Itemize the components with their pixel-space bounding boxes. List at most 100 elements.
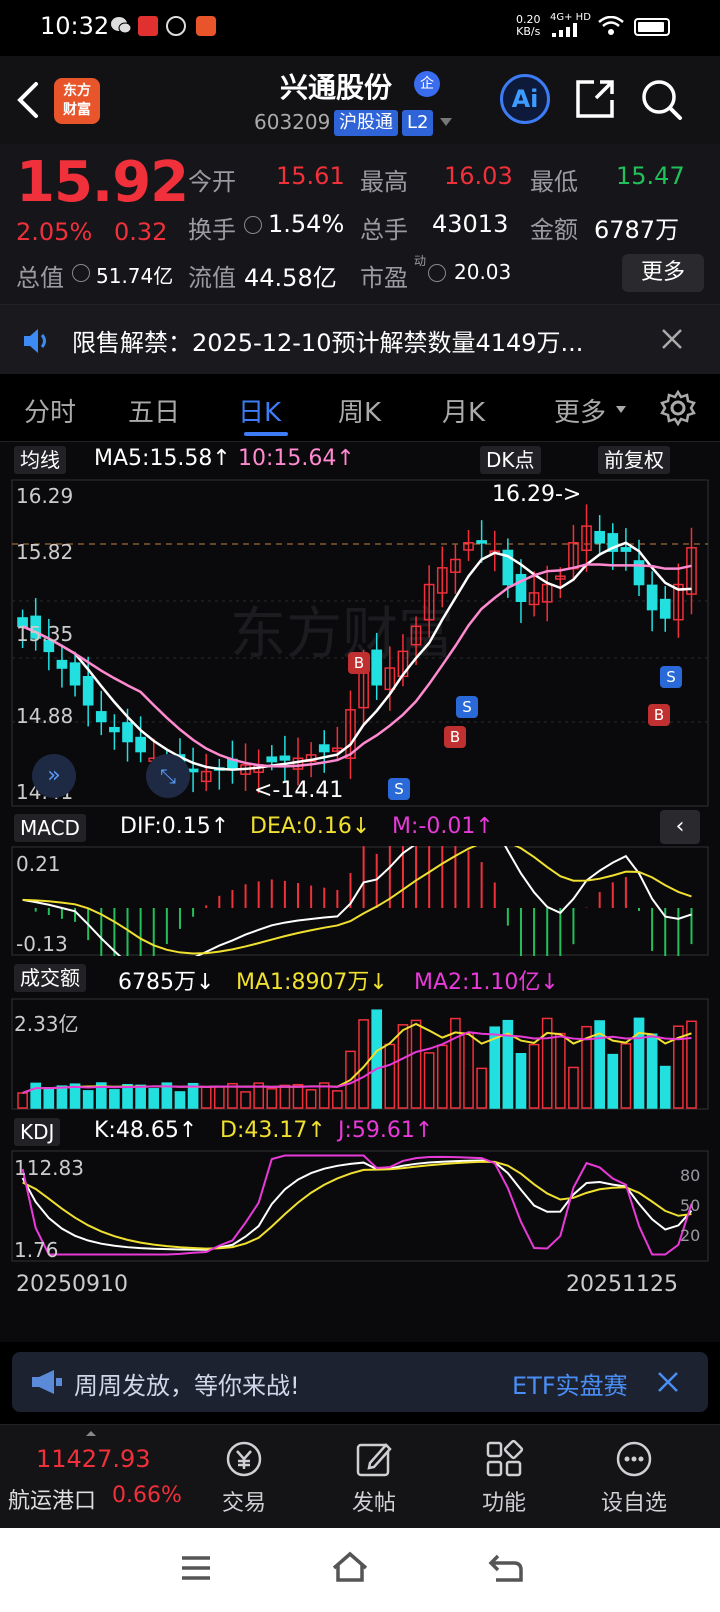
buy-marker[interactable]: B: [348, 652, 370, 674]
adjust-button[interactable]: 前复权: [598, 446, 670, 474]
volume-bar: [554, 1032, 566, 1109]
back-arrow-icon[interactable]: [14, 80, 42, 124]
pe-value: 20.03: [454, 260, 512, 284]
fullscreen-icon[interactable]: ⤡: [146, 754, 190, 798]
volume-bar: [30, 1082, 42, 1109]
tab-monthly-k[interactable]: 月K: [442, 392, 485, 429]
candle-body: [279, 755, 291, 761]
functions-button[interactable]: 功能: [444, 1439, 564, 1517]
y-label-1: 16.29: [16, 484, 74, 508]
wifi-icon: [598, 15, 624, 40]
active-tab-indicator: [244, 432, 288, 436]
volume-bar: [305, 1089, 317, 1109]
volume-bar: [410, 1019, 422, 1109]
volume-bar: [148, 1088, 160, 1109]
high-marker: 16.29->: [492, 482, 582, 507]
macd-chart[interactable]: [0, 846, 720, 956]
pe-superscript: 动: [414, 254, 427, 268]
tab-weekly-k[interactable]: 周K: [338, 392, 381, 429]
volume-bar: [423, 1052, 435, 1109]
volume-ma2-readout: MA2:1.10亿↓: [414, 970, 559, 995]
kdj-j-line: [21, 1154, 693, 1256]
tab-daily-k[interactable]: 日K: [238, 392, 281, 429]
collapse-panel-icon[interactable]: ‹: [660, 810, 700, 844]
last-price: 15.92: [16, 150, 189, 215]
dk-point-button[interactable]: DK点: [480, 446, 541, 474]
tab-five-day[interactable]: 五日: [128, 392, 180, 429]
sector-index-value[interactable]: 11427.93: [36, 1445, 151, 1473]
grid-icon: [484, 1439, 524, 1479]
y-label-4: 14.88: [16, 704, 74, 728]
sector-name[interactable]: 航运港口: [8, 1483, 96, 1515]
sell-marker[interactable]: S: [456, 696, 478, 718]
volume-bar: [174, 1091, 186, 1109]
market-cap-value: 51.74亿: [96, 264, 174, 288]
info-icon[interactable]: [428, 264, 446, 282]
more-quote-button[interactable]: 更多: [622, 254, 704, 292]
volume-y-top: 2.33亿: [14, 1012, 79, 1036]
volume-bar: [607, 1053, 619, 1109]
candlestick-chart[interactable]: 东方财富: [0, 478, 720, 808]
dropdown-caret-icon[interactable]: [440, 118, 452, 126]
dea-line: [22, 846, 692, 955]
volume-bar: [292, 1083, 304, 1109]
notice-text: 限售解禁：2025-12-10预计解禁数量4149万...: [72, 329, 584, 357]
level2-tag: L2: [402, 110, 434, 136]
volume-selector-button[interactable]: 成交额: [14, 964, 86, 992]
gear-icon[interactable]: [660, 389, 696, 430]
volume-bar: [397, 1024, 409, 1109]
macd-selector-button[interactable]: MACD: [14, 814, 86, 842]
post-button[interactable]: 发帖: [314, 1439, 434, 1517]
kline-chart-area[interactable]: 均线 MA5:15.58↑ 10:15.64↑ DK点 前复权 东方财富 16.…: [0, 442, 720, 1342]
volume-bar: [646, 1033, 658, 1109]
notice-bar[interactable]: 限售解禁：2025-12-10预计解禁数量4149万...: [0, 304, 720, 374]
info-icon[interactable]: [72, 264, 90, 282]
candle-body: [135, 736, 146, 753]
date-axis-start: 20250910: [16, 1272, 128, 1297]
banner-text: 周周发放，等你来战!: [74, 1372, 300, 1400]
bottom-toolbar: 11427.93 航运港口 0.66% 交易 发帖 功能 设自选: [0, 1424, 720, 1528]
volume-bar: [633, 1017, 645, 1109]
kdj-level-20: 20: [680, 1226, 701, 1245]
promo-banner[interactable]: 周周发放，等你来战! ETF实盘赛: [12, 1352, 708, 1412]
etf-contest-link[interactable]: ETF实盘赛: [512, 1366, 628, 1401]
y-label-3: 15.35: [16, 622, 74, 646]
ma-selector-button[interactable]: 均线: [14, 446, 66, 474]
search-icon[interactable]: [640, 78, 684, 126]
enterprise-badge: 企: [414, 71, 440, 97]
volume-chart[interactable]: [0, 998, 720, 1110]
share-icon[interactable]: [574, 78, 616, 124]
stock-name: 兴通股份: [280, 71, 393, 104]
candle-body: [122, 722, 133, 743]
period-tabs: 分时 五日 日K 周K 月K 更多: [0, 376, 720, 442]
kdj-chart[interactable]: [0, 1150, 720, 1262]
m-readout: M:-0.01↑: [392, 814, 494, 839]
volume-bar: [515, 1053, 527, 1109]
close-icon[interactable]: [660, 327, 684, 355]
back-icon[interactable]: [488, 1552, 524, 1588]
info-icon[interactable]: [244, 216, 262, 234]
app-logo: 东方 财富: [54, 78, 100, 124]
buy-marker[interactable]: B: [648, 704, 670, 726]
ai-assistant-icon[interactable]: Ai: [500, 74, 550, 124]
volume-label: 总手: [360, 216, 408, 244]
tab-more[interactable]: 更多: [554, 392, 606, 429]
chevron-up-icon: [86, 1431, 96, 1436]
sell-marker[interactable]: S: [660, 666, 682, 688]
amount-label: 金额: [530, 216, 578, 244]
buy-marker[interactable]: B: [444, 726, 466, 748]
sell-marker[interactable]: S: [388, 778, 410, 800]
expand-sidebar-icon[interactable]: »: [32, 754, 76, 798]
open-value: 15.61: [276, 162, 345, 190]
menu-icon[interactable]: [180, 1554, 212, 1586]
trade-button[interactable]: 交易: [184, 1439, 304, 1517]
k-readout: K:48.65↑: [94, 1118, 198, 1143]
low-value: 15.47: [616, 162, 685, 190]
volume-bar: [659, 1065, 671, 1109]
tab-intraday[interactable]: 分时: [24, 392, 76, 429]
add-watchlist-button[interactable]: 设自选: [574, 1439, 694, 1517]
close-icon[interactable]: [656, 1370, 680, 1398]
kdj-selector-button[interactable]: KDJ: [14, 1118, 61, 1146]
volume-bar: [620, 1043, 632, 1109]
home-icon[interactable]: [330, 1550, 370, 1588]
